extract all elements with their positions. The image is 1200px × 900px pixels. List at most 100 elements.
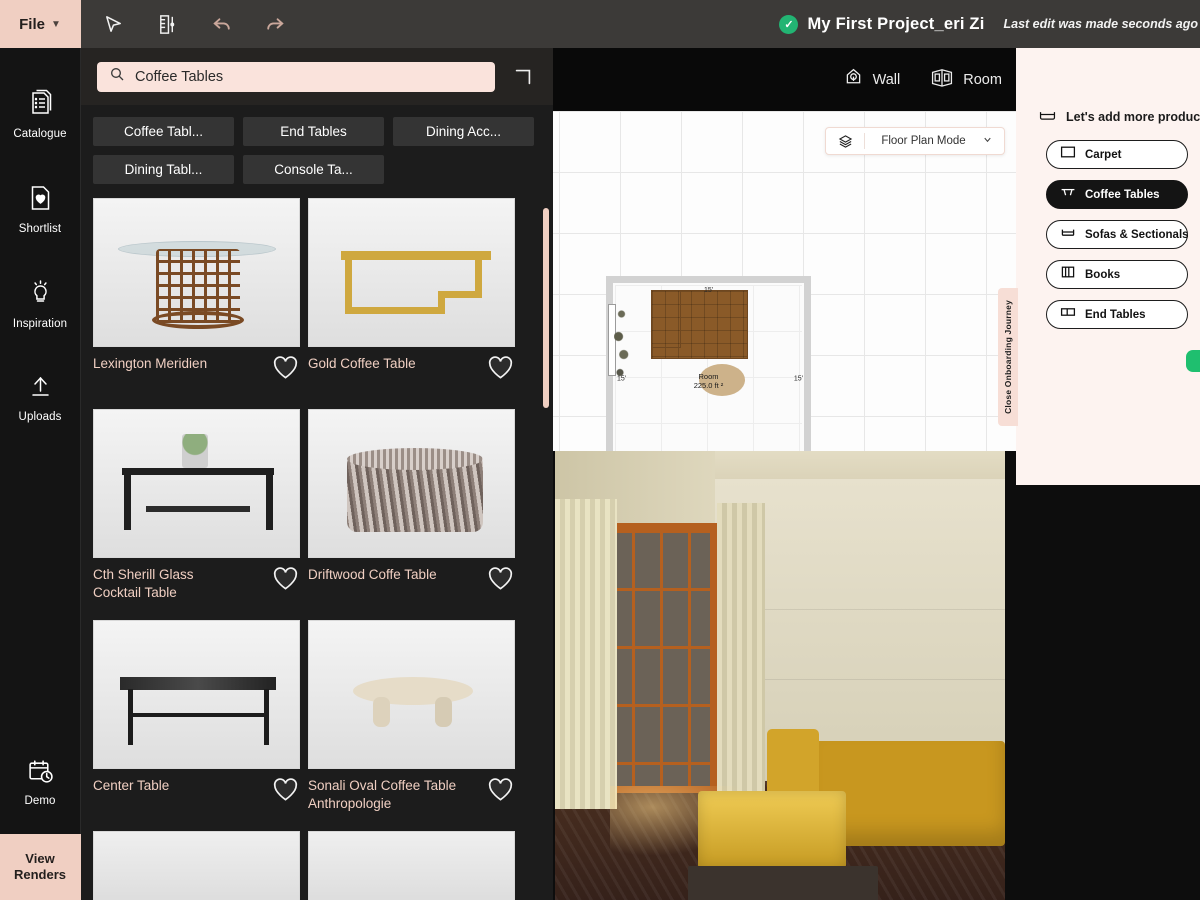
onboarding-heading: Let's add more products (1066, 110, 1200, 124)
ruler-icon[interactable] (151, 8, 183, 40)
product-card[interactable]: Cth Sherill Glass Cocktail Table (93, 409, 300, 615)
cursor-icon[interactable] (97, 8, 129, 40)
product-name: Gold Coffee Table (308, 356, 416, 371)
tag-console-tables[interactable]: Console Ta... (243, 155, 384, 184)
heart-icon[interactable] (487, 777, 514, 807)
undo-icon[interactable] (205, 8, 237, 40)
product-thumbnail[interactable] (93, 409, 300, 558)
tag-dining-accessories[interactable]: Dining Acc... (393, 117, 534, 146)
product-thumbnail[interactable] (93, 831, 300, 900)
floor-plan-mode-selector[interactable]: Floor Plan Mode (825, 127, 1005, 155)
sidebar-item-inspiration[interactable]: Inspiration (0, 266, 81, 341)
heart-icon[interactable] (487, 355, 514, 385)
shortlist-icon (28, 184, 53, 217)
chip-label: End Tables (1085, 308, 1146, 321)
chip-sofas-sectionals[interactable]: Sofas & Sectionals (1046, 220, 1189, 249)
chip-carpet[interactable]: Carpet (1046, 140, 1188, 169)
sofa-outline-icon (1038, 106, 1057, 128)
saved-check-icon: ✓ (779, 14, 799, 34)
heart-icon[interactable] (487, 566, 514, 596)
product-card[interactable]: Center Table (93, 620, 300, 826)
expand-icon[interactable] (509, 63, 537, 91)
sidebar-item-label: Inspiration (12, 318, 68, 330)
product-card[interactable]: Sonali Oval Coffee Table Anthropologie (308, 620, 515, 826)
leg-right (264, 689, 269, 745)
curtain-right (717, 503, 765, 803)
chip-books[interactable]: Books (1046, 260, 1188, 289)
product-card[interactable]: Lexington Meridien (93, 198, 300, 404)
file-menu-button[interactable]: File ▼ (0, 0, 81, 48)
oval-leg-left (373, 697, 390, 727)
tag-end-tables[interactable]: End Tables (243, 117, 384, 146)
product-card-footer: Gold Coffee Table (308, 347, 515, 404)
leg-left (124, 468, 131, 530)
chip-end-tables[interactable]: End Tables (1046, 300, 1188, 329)
onboarding-header: Let's add more products (1016, 48, 1200, 128)
heart-icon[interactable] (272, 566, 299, 596)
glass-top (122, 468, 274, 475)
product-card[interactable]: Gold Coffee Table (308, 198, 515, 404)
wall-label: Wall (872, 71, 901, 88)
gold-strut-h (438, 291, 482, 298)
sidebar-item-demo[interactable]: Demo (0, 746, 81, 818)
product-card[interactable]: Driftwood Coffe Table (308, 409, 515, 615)
product-thumbnail[interactable] (308, 831, 515, 900)
search-box[interactable] (97, 61, 495, 92)
chevron-down-icon: ▼ (50, 18, 61, 30)
lower-shelf (146, 506, 250, 512)
coffee-table-render[interactable] (688, 866, 878, 900)
close-onboarding-tab[interactable]: Close Onboarding Journey (998, 288, 1018, 426)
search-icon (109, 66, 125, 87)
product-thumbnail[interactable] (93, 198, 300, 347)
driftwood-top (347, 448, 483, 470)
product-thumbnail[interactable] (308, 198, 515, 347)
chaise-ottoman[interactable] (698, 791, 846, 869)
product-card[interactable] (308, 831, 515, 900)
file-menu-label: File (19, 15, 45, 33)
sofa-chaise-plan-symbol[interactable] (651, 290, 681, 348)
heart-icon[interactable] (272, 777, 299, 807)
chip-label: Sofas & Sectionals (1085, 228, 1189, 241)
oval-leg-right (435, 697, 452, 727)
product-thumbnail[interactable] (308, 409, 515, 558)
room-shape[interactable]: Room 225.0 ft ² 15' 15' 15' 15' (606, 276, 811, 451)
chip-coffee-tables[interactable]: Coffee Tables (1046, 180, 1188, 209)
product-thumbnail[interactable] (93, 620, 300, 769)
onboarding-status-indicator[interactable] (1186, 350, 1200, 372)
sidebar-item-uploads[interactable]: Uploads (0, 361, 81, 434)
tag-coffee-tables[interactable]: Coffee Tabl... (93, 117, 234, 146)
thumb-bg (94, 832, 299, 900)
heart-icon[interactable] (272, 355, 299, 385)
room-area: 225.0 ft ² (693, 381, 724, 391)
sidebar-item-catalogue[interactable]: Catalogue (0, 76, 81, 151)
mode-label: Floor Plan Mode (881, 135, 966, 147)
inspiration-icon (28, 279, 53, 312)
chip-label: Books (1085, 268, 1121, 281)
tag-dining-tables[interactable]: Dining Tabl... (93, 155, 234, 184)
view-renders-button[interactable]: View Renders (0, 834, 81, 900)
base-ring (152, 311, 244, 329)
product-thumbnail[interactable] (308, 620, 515, 769)
marble-top (120, 677, 276, 690)
render-preview[interactable] (555, 451, 1005, 900)
cross-rail (128, 713, 269, 717)
product-card-footer: Sonali Oval Coffee Table Anthropologie (308, 769, 515, 826)
sofa-armrest (767, 729, 819, 799)
search-input[interactable] (135, 68, 483, 85)
tool-icon-group (81, 8, 291, 40)
redo-icon[interactable] (259, 8, 291, 40)
view-renders-line2: Renders (13, 867, 67, 882)
product-card[interactable] (93, 831, 300, 900)
wall-tool-button[interactable]: Wall (843, 67, 901, 92)
catalogue-scrollbar[interactable] (543, 208, 549, 408)
sidebar-item-shortlist[interactable]: Shortlist (0, 171, 81, 246)
page-title[interactable]: My First Project_eri Zi (807, 15, 984, 34)
chevron-down-icon[interactable] (982, 134, 1004, 148)
vase-decor (182, 434, 208, 468)
product-card-footer: Center Table (93, 769, 300, 826)
product-name: Sonali Oval Coffee Table Anthropologie (308, 778, 457, 812)
room-label: Room (963, 71, 1002, 88)
product-grid-scroll[interactable]: Lexington Meridien Gold Coffee Table Cth… (81, 198, 553, 900)
product-grid: Lexington Meridien Gold Coffee Table Cth… (93, 198, 541, 900)
room-tool-button[interactable]: Room (930, 67, 1002, 92)
